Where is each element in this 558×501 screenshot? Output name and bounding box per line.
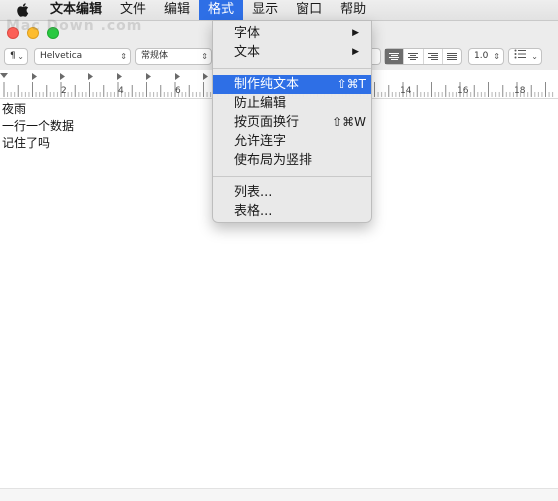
menu-item-list[interactable]: 列表...: [213, 183, 371, 202]
menu-item-allow-hyphenation[interactable]: 允许连字: [213, 132, 371, 151]
tab-stop-icon[interactable]: [60, 73, 65, 80]
ruler-number: 4: [118, 86, 124, 96]
updown-chevron-icon: ⇕: [120, 52, 127, 61]
menu-view[interactable]: 显示: [243, 0, 287, 20]
line-spacing-popup[interactable]: 1.0 ⇕: [468, 48, 504, 65]
menu-item-text[interactable]: 文本 ▶: [213, 43, 371, 62]
align-right-button[interactable]: [424, 49, 443, 64]
color-well-edge[interactable]: [372, 48, 381, 65]
document-line: 记住了吗: [2, 136, 51, 150]
document-line: 夜雨: [2, 102, 27, 116]
menu-item-make-layout-vertical[interactable]: 使布局为竖排: [213, 151, 371, 170]
paragraph-style-label: ¶: [10, 51, 16, 61]
list-icon: [514, 49, 526, 61]
menu-item-make-plain-text[interactable]: 制作纯文本 ⇧⌘T: [213, 75, 371, 94]
ruler-number: 14: [400, 86, 412, 96]
apple-icon[interactable]: [14, 1, 32, 19]
menu-item-label: 列表...: [234, 185, 273, 200]
menu-item-table[interactable]: 表格...: [213, 202, 371, 221]
menu-item-label: 使布局为竖排: [234, 153, 313, 168]
menu-app-textedit[interactable]: 文本编辑: [41, 0, 111, 20]
align-center-button[interactable]: [404, 49, 424, 64]
indent-marker-icon[interactable]: [0, 73, 8, 78]
menu-edit[interactable]: 编辑: [155, 0, 199, 20]
menu-window[interactable]: 窗口: [287, 0, 331, 20]
chevron-down-icon: ⌄: [531, 52, 538, 61]
menu-help[interactable]: 帮助: [331, 0, 375, 20]
font-family-label: Helvetica: [40, 51, 83, 61]
menu-item-label: 文本: [234, 45, 261, 60]
menu-item-font[interactable]: 字体 ▶: [213, 24, 371, 43]
window-bottom-edge: [0, 488, 558, 501]
menu-format[interactable]: 格式: [199, 0, 244, 20]
list-bullets-popup[interactable]: ⌄: [508, 48, 542, 65]
paragraph-style-popup[interactable]: ¶ ⌄: [4, 48, 28, 65]
watermark: Mac Down .com: [6, 18, 143, 34]
menu-item-prevent-editing[interactable]: 防止编辑: [213, 94, 371, 113]
menu-item-label: 按页面换行: [234, 115, 300, 130]
ruler-number: 2: [61, 86, 67, 96]
tab-stop-icon[interactable]: [146, 73, 151, 80]
ruler-number: 6: [175, 86, 181, 96]
updown-chevron-icon: ⇕: [201, 52, 208, 61]
menu-item-shortcut: ⇧⌘W: [332, 115, 366, 129]
line-spacing-label: 1.0: [474, 51, 489, 61]
document-line: 一行一个数据: [2, 119, 75, 133]
menu-separator: [213, 68, 371, 69]
font-style-popup[interactable]: 常规体 ⇕: [135, 48, 212, 65]
chevron-down-icon: ⌄: [17, 52, 24, 61]
tab-stop-icon[interactable]: [175, 73, 180, 80]
tab-stop-icon[interactable]: [32, 73, 37, 80]
updown-chevron-icon: ⇕: [493, 52, 500, 61]
menu-file[interactable]: 文件: [111, 0, 155, 20]
menu-item-label: 制作纯文本: [234, 77, 300, 92]
alignment-segmented-control: [384, 48, 462, 65]
align-justify-button[interactable]: [443, 49, 461, 64]
submenu-arrow-icon: ▶: [352, 47, 359, 57]
menu-item-wrap-to-page[interactable]: 按页面换行 ⇧⌘W: [213, 113, 371, 132]
menu-item-label: 防止编辑: [234, 96, 287, 111]
submenu-arrow-icon: ▶: [352, 28, 359, 38]
menu-item-shortcut: ⇧⌘T: [336, 77, 366, 91]
tab-stop-icon[interactable]: [88, 73, 93, 80]
format-menu: 字体 ▶ 文本 ▶ 制作纯文本 ⇧⌘T 防止编辑 按页面换行 ⇧⌘W 允许连字 …: [212, 20, 372, 223]
tab-stop-icon[interactable]: [203, 73, 208, 80]
menu-separator: [213, 176, 371, 177]
align-left-button[interactable]: [385, 49, 405, 64]
menu-item-label: 表格...: [234, 204, 273, 219]
tab-stop-icon[interactable]: [117, 73, 122, 80]
menu-item-label: 字体: [234, 26, 261, 41]
font-style-label: 常规体: [141, 51, 169, 61]
menu-item-label: 允许连字: [234, 134, 287, 149]
ruler-number: 18: [514, 86, 526, 96]
ruler-number: 16: [457, 86, 469, 96]
font-family-popup[interactable]: Helvetica ⇕: [34, 48, 131, 65]
